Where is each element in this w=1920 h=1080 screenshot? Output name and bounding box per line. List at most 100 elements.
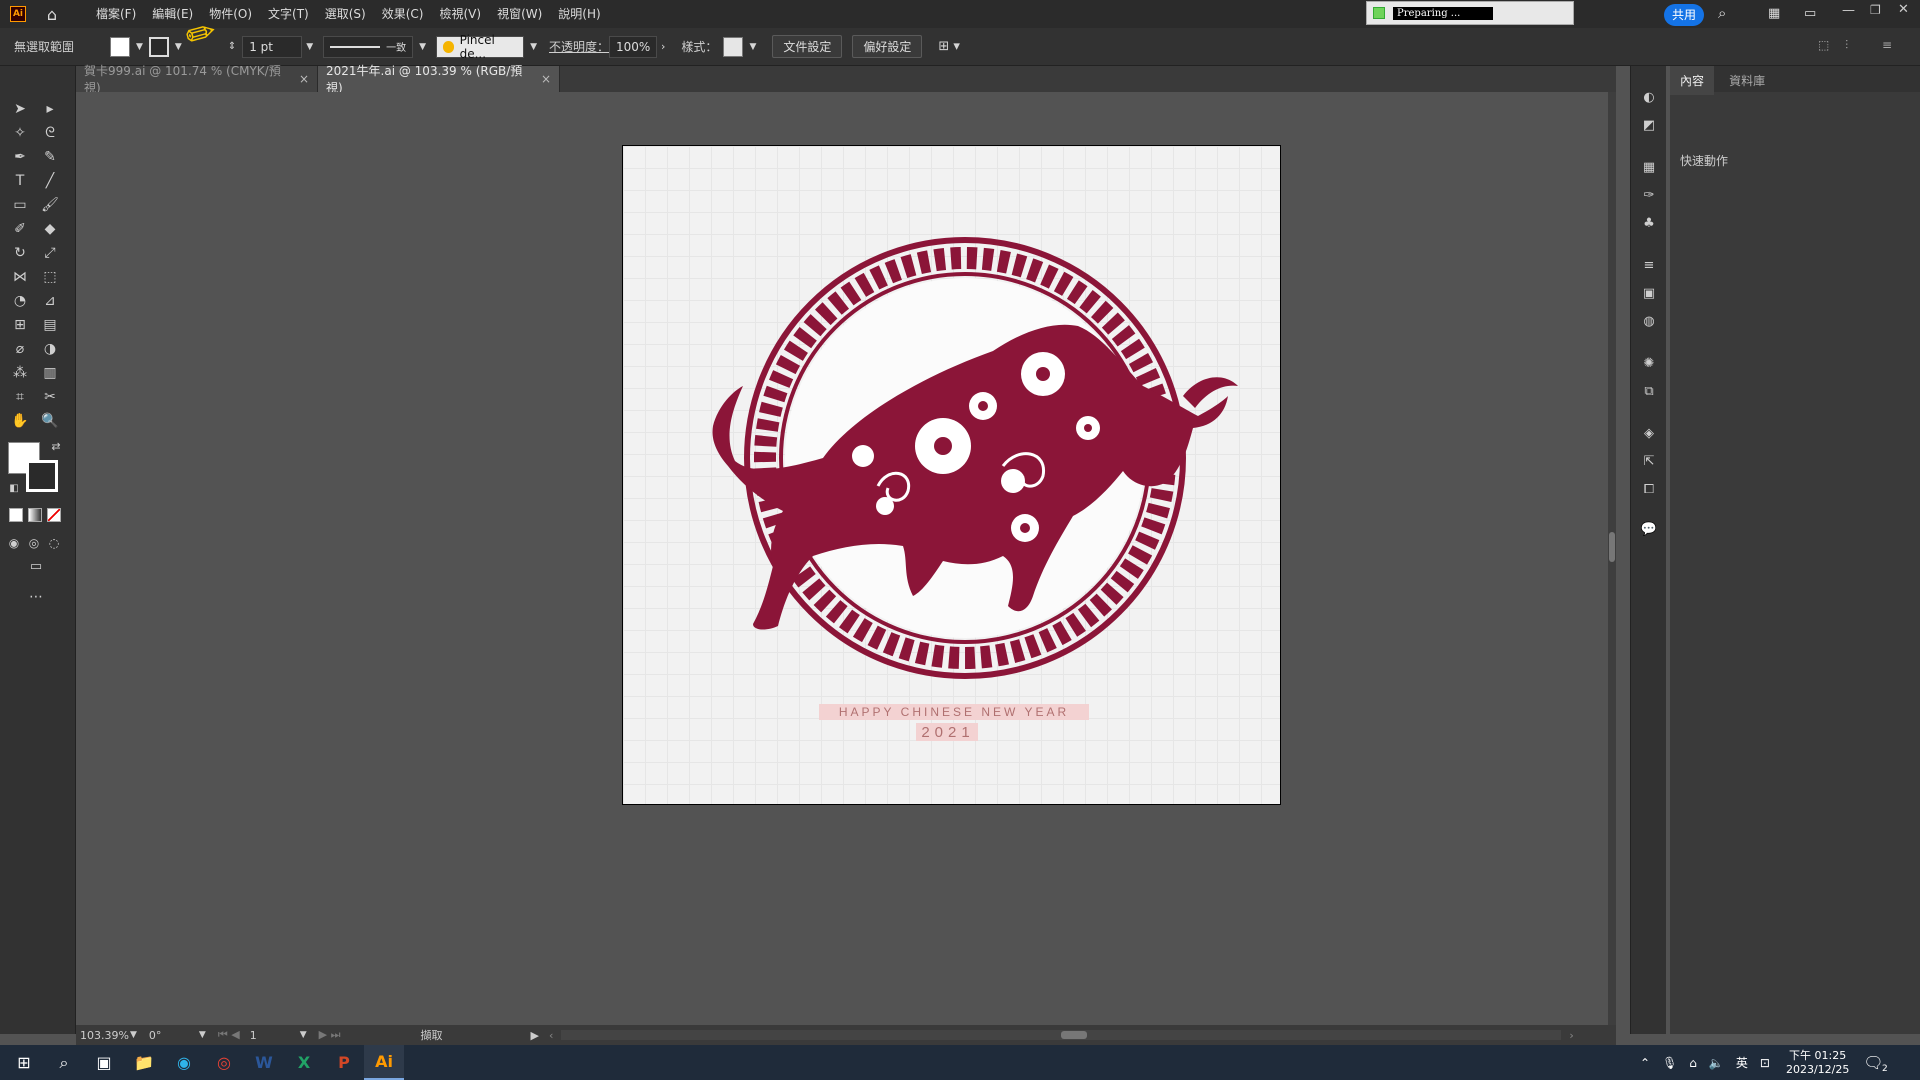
eraser-tool-icon[interactable]: ◆	[38, 218, 62, 240]
perspective-grid-tool-icon[interactable]: ⊿	[38, 290, 62, 312]
free-transform-tool-icon[interactable]: ⬚	[38, 266, 62, 288]
symbol-sprayer-tool-icon[interactable]: ⁂	[8, 362, 32, 384]
align-options-icon[interactable]: ⊞ ▾	[938, 39, 960, 54]
network-icon[interactable]: ⌂	[1689, 1056, 1697, 1070]
appearance-panel-icon[interactable]: ✺	[1639, 356, 1659, 374]
paintbrush-tool-icon[interactable]: 🖌	[38, 194, 62, 216]
mesh-tool-icon[interactable]: ⊞	[8, 314, 32, 336]
tab-properties[interactable]: 內容	[1670, 66, 1715, 95]
artboard-tool-icon[interactable]: ⌗	[8, 386, 32, 408]
word-app-icon[interactable]: W	[244, 1045, 284, 1080]
edge-browser-icon[interactable]: ◉	[164, 1045, 204, 1080]
menu-view[interactable]: 檢視(V)	[431, 0, 489, 28]
scroll-right-icon[interactable]: ›	[1569, 1029, 1573, 1042]
distribute-icon[interactable]: ⫶	[1845, 38, 1848, 52]
chrome-browser-icon[interactable]: ◎	[204, 1045, 244, 1080]
opacity-field[interactable]: 100%	[609, 35, 658, 58]
hscroll-thumb[interactable]	[1061, 1031, 1088, 1039]
zoom-dropdown-icon[interactable]: ▼	[130, 1030, 137, 1040]
magic-wand-tool-icon[interactable]: ✧	[8, 122, 32, 144]
screen-mode-icon[interactable]: ▭	[24, 556, 48, 578]
tab-libraries[interactable]: 資料庫	[1719, 66, 1775, 95]
next-artboard-icon[interactable]: ▶ ⏭	[319, 1028, 341, 1042]
clock[interactable]: 下午 01:25 2023/12/25	[1786, 1049, 1849, 1077]
excel-app-icon[interactable]: X	[284, 1045, 324, 1080]
scale-tool-icon[interactable]: ⤢	[38, 242, 62, 264]
brushes-panel-icon[interactable]: ✑	[1639, 188, 1659, 206]
scroll-left-icon[interactable]: ‹	[549, 1029, 553, 1042]
close-icon[interactable]: ✕	[1898, 2, 1909, 17]
gradient-mode-icon[interactable]	[28, 508, 42, 522]
vertical-scrollbar[interactable]	[1608, 92, 1616, 1025]
artboard-dropdown-icon[interactable]: ▼	[300, 1030, 307, 1040]
first-artboard-icon[interactable]: ⏮ ◀	[218, 1028, 240, 1042]
style-chevron-icon[interactable]: ▼	[749, 42, 756, 52]
shaper-tool-icon[interactable]: ✐	[8, 218, 32, 240]
stroke-weight-dropdown-icon[interactable]: ▼	[306, 42, 313, 52]
style-swatch[interactable]	[723, 36, 744, 57]
transparency-panel-icon[interactable]: ◍	[1639, 314, 1659, 332]
opacity-label[interactable]: 不透明度：	[549, 38, 609, 55]
gradient-panel-icon[interactable]: ▣	[1639, 286, 1659, 304]
width-tool-icon[interactable]: ⋈	[8, 266, 32, 288]
home-icon[interactable]: ⌂	[38, 5, 66, 24]
ime-indicator[interactable]: 英	[1736, 1054, 1748, 1071]
search-icon[interactable]: ⌕	[44, 1045, 84, 1080]
direct-selection-tool-icon[interactable]: ▸	[38, 98, 62, 120]
stroke-profile-dropdown[interactable]: 一致	[323, 35, 414, 58]
fill-dropdown-icon[interactable]: ▼	[136, 42, 143, 52]
brush-dropdown[interactable]: Pincel de...	[436, 33, 525, 61]
brush-chevron-icon[interactable]: ▼	[530, 42, 537, 52]
stroke-panel-icon[interactable]: ≡	[1639, 258, 1659, 276]
task-view-icon[interactable]: ▣	[84, 1045, 124, 1080]
illustrator-app-icon[interactable]: Ai	[364, 1045, 404, 1080]
tab-2021-ox-year[interactable]: 2021牛年.ai @ 103.39 % (RGB/預視) ×	[318, 64, 560, 95]
share-button[interactable]: 共用	[1664, 4, 1704, 26]
file-explorer-icon[interactable]: 📁	[124, 1045, 164, 1080]
curvature-tool-icon[interactable]: ✎	[38, 146, 62, 168]
start-button-icon[interactable]: ⊞	[4, 1045, 44, 1080]
artboards-panel-icon[interactable]: ⧠	[1639, 482, 1659, 500]
comments-panel-icon[interactable]: 💬	[1639, 522, 1659, 540]
artboard[interactable]: HAPPY CHINESE NEW YEAR 2021	[622, 145, 1281, 805]
rotate-tool-icon[interactable]: ↻	[8, 242, 32, 264]
ox-emblem-artwork[interactable]: HAPPY CHINESE NEW YEAR 2021	[623, 146, 1281, 805]
eyedropper-tool-icon[interactable]: ⌀	[8, 338, 32, 360]
menu-file[interactable]: 檔案(F)	[88, 0, 144, 28]
rotation-dropdown-icon[interactable]: ▼	[199, 1030, 206, 1040]
menu-window[interactable]: 視窗(W)	[489, 0, 550, 28]
menu-select[interactable]: 選取(S)	[317, 0, 374, 28]
tab-card999[interactable]: 賀卡999.ai @ 101.74 % (CMYK/預視) ×	[76, 64, 318, 95]
rectangle-tool-icon[interactable]: ▭	[8, 194, 32, 216]
export-panel-icon[interactable]: ⇱	[1639, 454, 1659, 472]
tab-close-icon[interactable]: ×	[541, 72, 551, 86]
stroke-stepper-icon[interactable]: ⇕	[228, 41, 236, 52]
line-tool-icon[interactable]: ╱	[38, 170, 62, 192]
gradient-tool-icon[interactable]: ▤	[38, 314, 62, 336]
status-arrow-icon[interactable]: ▶	[530, 1029, 538, 1042]
workspace-switcher-icon[interactable]: ▭	[1804, 6, 1816, 21]
none-mode-icon[interactable]	[47, 508, 61, 522]
preferences-button[interactable]: 偏好設定	[852, 35, 923, 58]
restore-icon[interactable]: ❐	[1870, 3, 1881, 17]
pen-tool-icon[interactable]: ✒	[8, 146, 32, 168]
graphic-styles-icon[interactable]: ⧉	[1639, 384, 1659, 402]
rotation-field[interactable]: 0°	[149, 1029, 199, 1042]
color-guide-icon[interactable]: ◩	[1639, 118, 1659, 136]
draw-inside-icon[interactable]: ◌	[42, 532, 66, 554]
tray-chevron-icon[interactable]: ⌃	[1640, 1056, 1650, 1070]
color-panel-icon[interactable]: ◐	[1639, 90, 1659, 108]
layers-panel-icon[interactable]: ◈	[1639, 426, 1659, 444]
stroke-dropdown-icon[interactable]: ▼	[175, 42, 182, 52]
shape-builder-tool-icon[interactable]: ◔	[8, 290, 32, 312]
minimize-icon[interactable]: —	[1842, 3, 1855, 18]
microphone-icon[interactable]: 🎙	[1662, 1056, 1677, 1070]
stroke-weight-field[interactable]: 1 pt	[242, 35, 303, 58]
stroke-swatch[interactable]	[148, 36, 169, 57]
artboard-number[interactable]: 1	[250, 1029, 280, 1042]
symbols-panel-icon[interactable]: ♣	[1639, 216, 1659, 234]
scrollbar-thumb[interactable]	[1609, 532, 1615, 562]
zoom-field[interactable]: 103.39%	[80, 1029, 130, 1042]
lasso-tool-icon[interactable]: ᘓ	[38, 122, 62, 144]
opacity-arrow-icon[interactable]: ›	[661, 40, 665, 53]
